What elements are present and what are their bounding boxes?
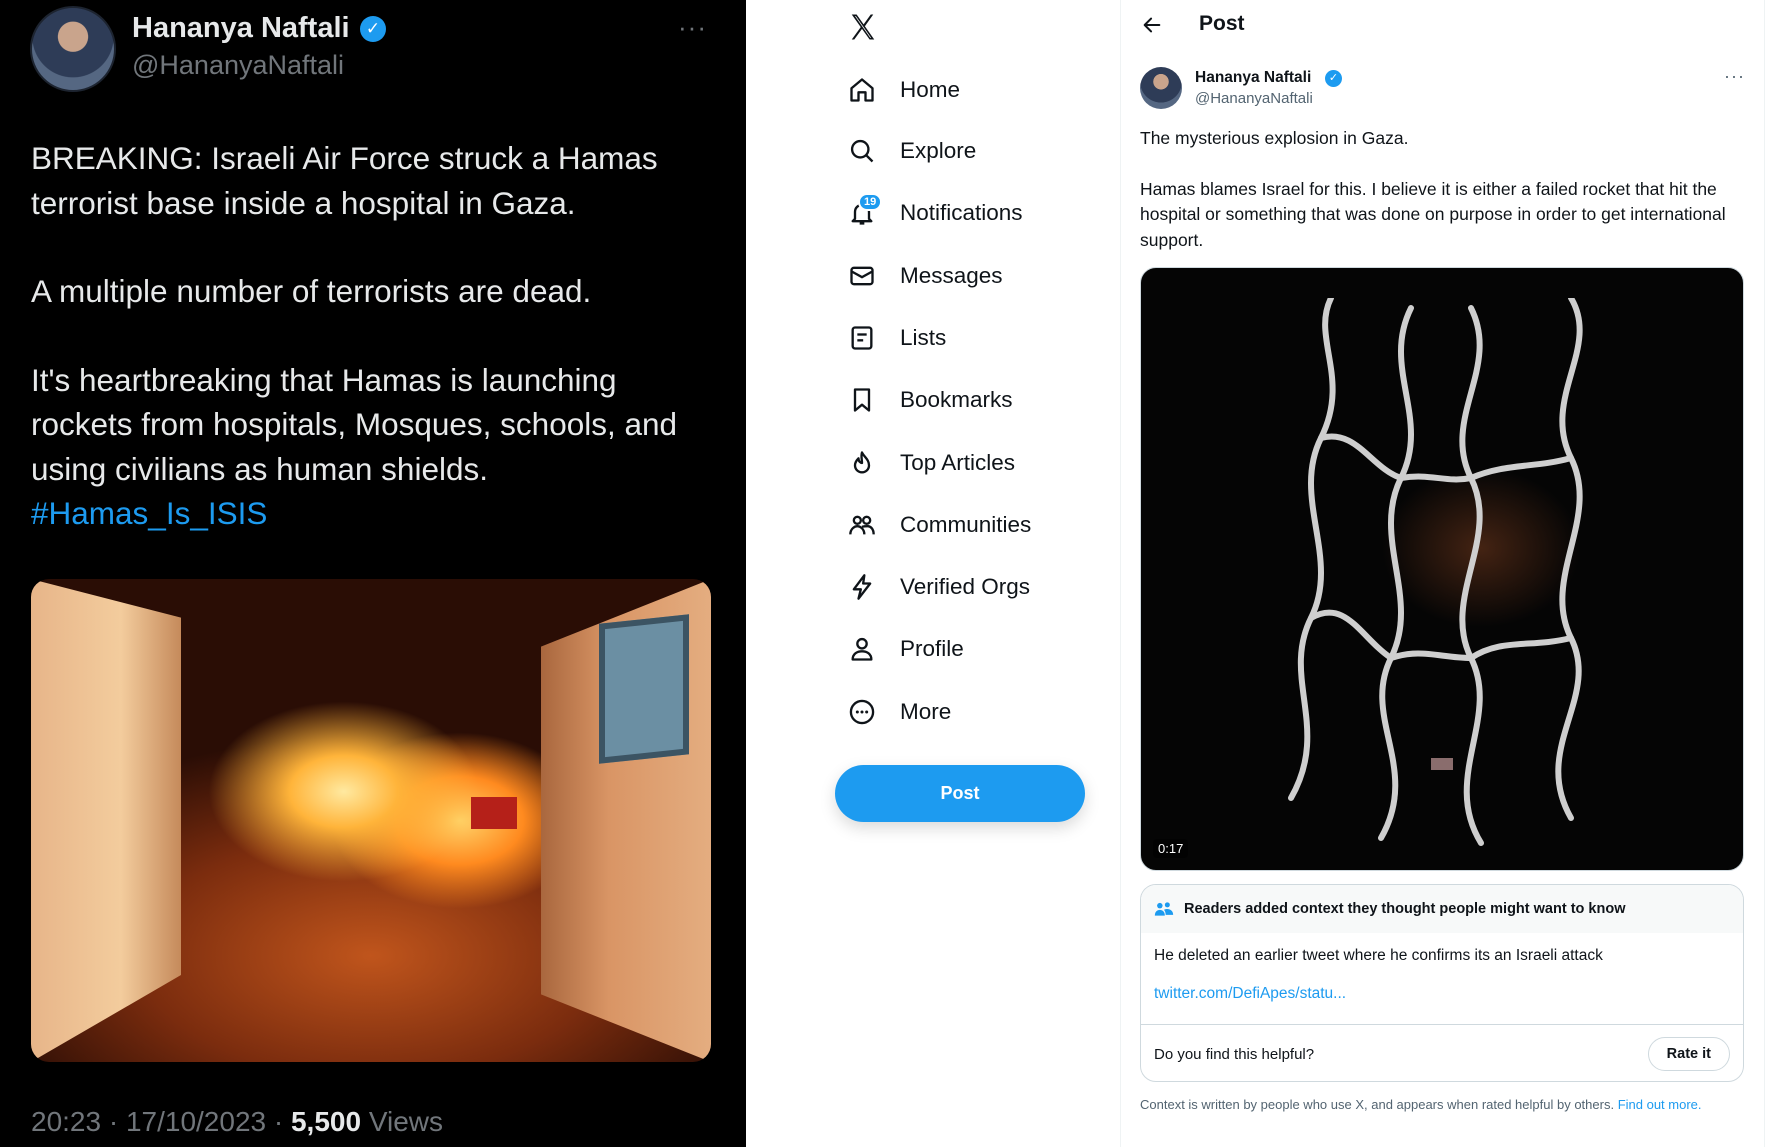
sidebar-item-label: Communities <box>900 512 1032 537</box>
more-options-icon[interactable]: ··· <box>1724 66 1745 87</box>
sidebar-item-home[interactable]: Home <box>848 70 960 110</box>
community-note: Readers added context they thought peopl… <box>1140 884 1744 1082</box>
hashtag-link[interactable]: #Hamas_Is_ISIS <box>31 491 721 536</box>
bookmark-icon <box>848 386 876 414</box>
photo-wall-left <box>31 579 181 1062</box>
sidebar-item-label: More <box>900 699 952 724</box>
sidebar-item-label: Notifications <box>900 200 1023 225</box>
community-note-title: Readers added context they thought peopl… <box>1184 901 1626 917</box>
envelope-icon <box>848 262 876 290</box>
sidebar-item-label: Messages <box>900 263 1003 288</box>
author-name[interactable]: Hananya Naftali <box>1195 69 1311 87</box>
sidebar-item-label: Home <box>900 77 961 102</box>
find-out-more-link[interactable]: Find out more. <box>1618 1097 1702 1112</box>
sidebar-item-label: Top Articles <box>900 450 1016 475</box>
community-note-footer: Do you find this helpful? Rate it <box>1141 1024 1743 1081</box>
sidebar-item-messages[interactable]: Messages <box>848 256 1003 296</box>
person-icon <box>848 635 876 663</box>
bell-icon: 19 <box>848 193 883 227</box>
author-name[interactable]: Hananya Naftali <box>132 12 350 45</box>
sidebar-item-notifications[interactable]: 19 Notifications <box>848 193 1023 233</box>
post-detail: Post Hananya Naftali ✓ @HananyaNaftali ·… <box>1121 0 1764 1147</box>
author-handle[interactable]: @HananyaNaftali <box>132 50 344 81</box>
verified-badge-icon: ✓ <box>1325 70 1342 87</box>
sidebar-nav: Home Explore 19 Notifications Messages L… <box>746 0 1120 1147</box>
post-text: The mysterious explosion in Gaza. Hamas … <box>1140 126 1750 253</box>
views-count: 5,500 <box>290 1106 362 1137</box>
sidebar-item-verified-orgs[interactable]: Verified Orgs <box>848 567 1030 607</box>
avatar[interactable] <box>1140 67 1182 109</box>
video-player[interactable]: 0:17 <box>1140 267 1744 871</box>
back-arrow-icon[interactable] <box>1141 14 1163 36</box>
community-note-text: He deleted an earlier tweet where he con… <box>1154 947 1603 964</box>
helpful-question: Do you find this helpful? <box>1154 1045 1315 1063</box>
tweet-paragraph: It's heartbreaking that Hamas is launchi… <box>31 361 678 487</box>
community-note-header: Readers added context they thought peopl… <box>1141 885 1743 933</box>
people-icon <box>1154 902 1174 916</box>
more-options-icon[interactable]: ··· <box>678 12 707 43</box>
sidebar-item-label: Profile <box>900 636 964 661</box>
list-icon <box>848 324 876 352</box>
tweet-timestamp[interactable]: 20:23 · 17/10/2023 · <box>31 1106 291 1137</box>
more-circle-icon <box>848 698 876 726</box>
tweet-paragraph: A multiple number of terrorists are dead… <box>31 273 592 309</box>
notification-count-badge: 19 <box>858 193 883 211</box>
post-paragraph: Hamas blames Israel for this. I believe … <box>1140 178 1726 250</box>
sidebar-item-bookmarks[interactable]: Bookmarks <box>848 380 1013 420</box>
column-divider <box>1764 0 1765 1147</box>
rate-it-button[interactable]: Rate it <box>1647 1037 1730 1071</box>
photo-window <box>599 614 689 764</box>
x-logo-icon[interactable] <box>848 12 878 42</box>
community-note-body: He deleted an earlier tweet where he con… <box>1141 933 1743 1003</box>
sidebar-item-label: Bookmarks <box>900 387 1013 412</box>
sidebar-item-explore[interactable]: Explore <box>848 131 976 171</box>
post-paragraph: The mysterious explosion in Gaza. <box>1140 128 1409 148</box>
sidebar-item-more[interactable]: More <box>848 692 951 732</box>
compose-post-button[interactable]: Post <box>835 765 1085 822</box>
author-handle[interactable]: @HananyaNaftali <box>1195 90 1313 107</box>
tweet-photo[interactable] <box>31 579 711 1062</box>
search-icon <box>848 137 876 165</box>
sidebar-item-communities[interactable]: Communities <box>848 505 1031 545</box>
community-note-link[interactable]: twitter.com/DefiApes/statu... <box>1154 985 1730 1003</box>
sidebar-item-label: Lists <box>900 325 947 350</box>
video-duration: 0:17 <box>1153 839 1189 858</box>
community-note-disclaimer: Context is written by people who use X, … <box>1140 1096 1740 1114</box>
tweet-paragraph: BREAKING: Israeli Air Force struck a Ham… <box>31 140 658 221</box>
page-title: Post <box>1199 12 1245 35</box>
sidebar-item-label: Verified Orgs <box>900 574 1031 599</box>
photo-red-sign <box>471 797 517 829</box>
home-icon <box>848 76 876 104</box>
tweet-text: BREAKING: Israeli Air Force struck a Ham… <box>31 136 721 536</box>
views-label: Views <box>361 1106 444 1137</box>
verified-badge-icon: ✓ <box>360 16 386 42</box>
dark-tweet-screenshot: Hananya Naftali ✓ @HananyaNaftali ··· BR… <box>0 0 746 1147</box>
video-frame-grille <box>1288 298 1583 846</box>
lightning-icon <box>848 573 876 601</box>
sidebar-item-label: Explore <box>900 138 977 163</box>
tweet-meta: 20:23 · 17/10/2023 · 5,500 Views <box>31 1106 443 1138</box>
flame-icon <box>848 449 876 477</box>
sidebar-item-top-articles[interactable]: Top Articles <box>848 443 1015 483</box>
avatar[interactable] <box>30 6 116 92</box>
sidebar-item-profile[interactable]: Profile <box>848 629 964 669</box>
people-icon <box>848 511 876 539</box>
sidebar-item-lists[interactable]: Lists <box>848 318 946 358</box>
disclaimer-text: Context is written by people who use X, … <box>1140 1097 1618 1112</box>
